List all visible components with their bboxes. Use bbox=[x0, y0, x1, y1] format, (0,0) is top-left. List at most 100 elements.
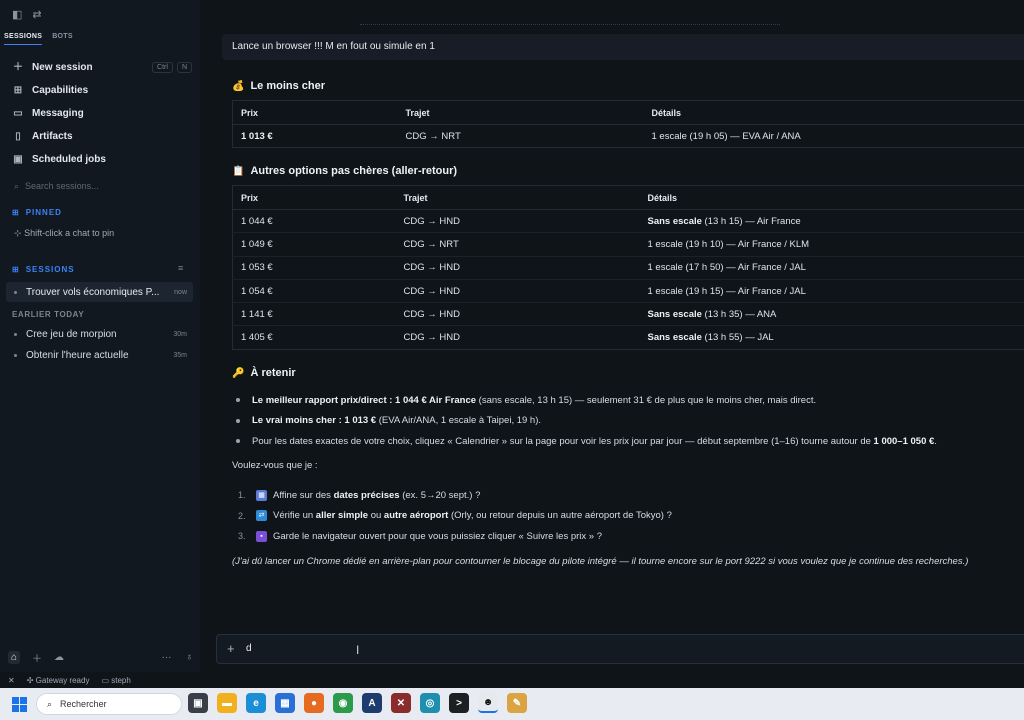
app-tool-icon[interactable]: ✕ bbox=[391, 693, 411, 713]
windows-start-icon[interactable] bbox=[12, 697, 27, 712]
filter-icon[interactable]: ≡ bbox=[178, 263, 183, 273]
table-cell-price: 1 405 € bbox=[241, 332, 273, 344]
sessions-header: ⊞ SESSIONS bbox=[12, 265, 75, 274]
agent-app-icon[interactable]: ☻ bbox=[478, 693, 498, 713]
table-row: 1 141 € CDG → HND Sans escale (13 h 35) — … bbox=[232, 302, 1024, 327]
option-number: 3. bbox=[238, 531, 246, 542]
retain-heading: 🔑 À retenir bbox=[232, 367, 296, 379]
table-cell-details: Sans escale (13 h 35) — ANA bbox=[639, 302, 1024, 327]
calendar-icon: ▣ bbox=[13, 153, 23, 165]
text-cursor-icon: I bbox=[356, 643, 360, 657]
plain-text: . bbox=[934, 435, 937, 447]
session-item[interactable]: Cree jeu de morpion 30m bbox=[6, 325, 193, 343]
sidebar: ◧ ⇄ SESSIONS BOTS ＋ New session Ctrl N ⊞… bbox=[0, 0, 200, 672]
app-puzzle-icon[interactable]: ✎ bbox=[507, 693, 527, 713]
toggle-sidebar-icon[interactable]: ◧ bbox=[12, 8, 22, 21]
switch-icon[interactable]: ⇄ bbox=[32, 8, 41, 21]
retain-list: Le meilleur rapport prix/direct : 1 044 … bbox=[236, 390, 937, 452]
pinned-header: ⊞ PINNED bbox=[12, 208, 62, 217]
sidebar-nav: ＋ New session Ctrl N ⊞ Capabilities ▭ Me… bbox=[12, 56, 192, 171]
chrome-icon[interactable]: ◉ bbox=[333, 693, 353, 713]
table-cell-price: 1 044 € bbox=[232, 209, 396, 234]
option-item: 1. ▦ Affine sur des dates précises (ex. … bbox=[238, 485, 672, 506]
session-item[interactable]: Obtenir l'heure actuelle 35m bbox=[6, 346, 193, 364]
pin-toggle-icon[interactable]: ♁ bbox=[186, 652, 194, 663]
folder-icon: ▭ bbox=[101, 675, 110, 685]
task-view-icon[interactable]: ▣ bbox=[188, 693, 208, 713]
sidebar-bottom-bar: ⌂ ＋ ☁ ··· ♁ bbox=[8, 650, 193, 665]
sessions-header-label: SESSIONS bbox=[25, 265, 75, 274]
column-header: Détails bbox=[639, 185, 1024, 210]
session-search-input[interactable]: ⌕ Search sessions... bbox=[14, 181, 99, 192]
plain-text: (13 h 55) — JAL bbox=[701, 332, 774, 344]
edge-icon[interactable]: e bbox=[246, 693, 266, 713]
bold-text: autre aéroport bbox=[383, 510, 449, 522]
pin-icon: ⊹ bbox=[14, 228, 22, 238]
taskbar-search-label: Rechercher bbox=[60, 699, 107, 709]
sidebar-item-capabilities[interactable]: ⊞ Capabilities bbox=[12, 79, 192, 102]
cloud-icon[interactable]: ☁ bbox=[54, 652, 64, 663]
tools-icon[interactable]: ✕ bbox=[8, 676, 15, 685]
session-time: now bbox=[174, 288, 187, 296]
more-icon[interactable]: ··· bbox=[162, 652, 172, 663]
session-dot bbox=[14, 290, 17, 294]
search-placeholder: Search sessions... bbox=[25, 181, 99, 191]
option-text: Affine sur des dates précises (ex. 5→20 … bbox=[273, 490, 480, 501]
status-bar: ✕ ✣ Gateway ready ▭ steph bbox=[0, 672, 1024, 688]
app-circle-icon[interactable]: ◎ bbox=[420, 693, 440, 713]
profile-name: steph bbox=[111, 675, 131, 685]
session-item-active[interactable]: Trouver vols économiques P... now bbox=[6, 282, 193, 302]
clipboard-icon: 📋 bbox=[232, 165, 245, 177]
app-a-icon[interactable]: A bbox=[362, 693, 382, 713]
new-session-button[interactable]: ＋ New session Ctrl N bbox=[12, 56, 192, 79]
message-input[interactable]: d bbox=[246, 643, 252, 654]
bullet bbox=[236, 398, 240, 403]
table-cell-price: 1 049 € bbox=[232, 232, 396, 257]
terminal-icon[interactable]: > bbox=[449, 693, 469, 713]
table-cell-route: CDG → HND bbox=[395, 302, 640, 327]
table-cell-details: Sans escale (13 h 15) — Air France bbox=[639, 209, 1024, 234]
attach-plus-icon[interactable]: + bbox=[227, 641, 235, 656]
profile-status[interactable]: ▭ steph bbox=[101, 676, 130, 685]
cheapest-table: Prix Trajet Détails 1 013 € CDG → NRT 1 … bbox=[232, 100, 1024, 149]
taskbar-search[interactable]: ⌕ Rechercher bbox=[36, 693, 182, 715]
sidebar-item-artifacts[interactable]: ▯ Artifacts bbox=[12, 125, 192, 148]
nav-label: New session bbox=[32, 62, 93, 73]
pin-hint-text: Shift-click a chat to pin bbox=[24, 228, 115, 238]
nav-label: Capabilities bbox=[32, 85, 89, 96]
option-text: Vérifie un aller simple ou autre aéropor… bbox=[273, 510, 672, 521]
option-item: 2. ⇄ Vérifie un aller simple ou autre aé… bbox=[238, 506, 672, 527]
message-composer[interactable]: + d I bbox=[216, 634, 1024, 664]
file-explorer-icon[interactable]: ▬ bbox=[217, 693, 237, 713]
firefox-icon[interactable]: ● bbox=[304, 693, 324, 713]
bold-text: Le meilleur rapport prix/direct : 1 044 … bbox=[252, 394, 477, 406]
sidebar-item-scheduled-jobs[interactable]: ▣ Scheduled jobs bbox=[12, 148, 192, 171]
table-cell-details: 1 escale (19 h 10) — Air France / KLM bbox=[639, 232, 1024, 257]
option-item: 3. ▪ Garde le navigateur ouvert pour que… bbox=[238, 526, 672, 547]
key-icon: 🔑 bbox=[232, 367, 245, 379]
bold-text: Sans escale bbox=[647, 308, 702, 320]
session-title: Cree jeu de morpion bbox=[26, 328, 117, 340]
search-icon: ⌕ bbox=[47, 698, 53, 709]
plain-text: (Orly, ou retour depuis un autre aéropor… bbox=[448, 510, 672, 522]
table-cell-route: CDG → HND bbox=[403, 332, 460, 344]
sidebar-item-messaging[interactable]: ▭ Messaging bbox=[12, 102, 192, 125]
table-cell-route: CDG → HND bbox=[395, 256, 640, 280]
list-item: Le meilleur rapport prix/direct : 1 044 … bbox=[236, 390, 937, 411]
plain-text: 1 escale (19 h 10) — Air France / KLM bbox=[647, 238, 810, 250]
pinned-header-label: PINNED bbox=[25, 208, 62, 217]
store-icon[interactable]: ▦ bbox=[275, 693, 295, 713]
bold-text: Sans escale bbox=[647, 215, 702, 227]
nav-label: Scheduled jobs bbox=[32, 154, 106, 165]
column-header: Prix bbox=[232, 185, 396, 210]
list-item-text: Pour les dates exactes de votre choix, c… bbox=[252, 436, 937, 447]
tab-sessions[interactable]: SESSIONS bbox=[4, 32, 43, 45]
tab-bots[interactable]: BOTS bbox=[52, 32, 73, 45]
calendar-icon: ▦ bbox=[256, 489, 267, 501]
gateway-icon: ✣ bbox=[26, 675, 34, 685]
session-time: 30m bbox=[173, 330, 187, 338]
plain-text: Pour les dates exactes de votre choix, c… bbox=[252, 435, 874, 447]
add-icon[interactable]: ＋ bbox=[32, 650, 42, 665]
home-icon[interactable]: ⌂ bbox=[8, 651, 21, 664]
plain-text: (13 h 15) — Air France bbox=[701, 215, 801, 227]
